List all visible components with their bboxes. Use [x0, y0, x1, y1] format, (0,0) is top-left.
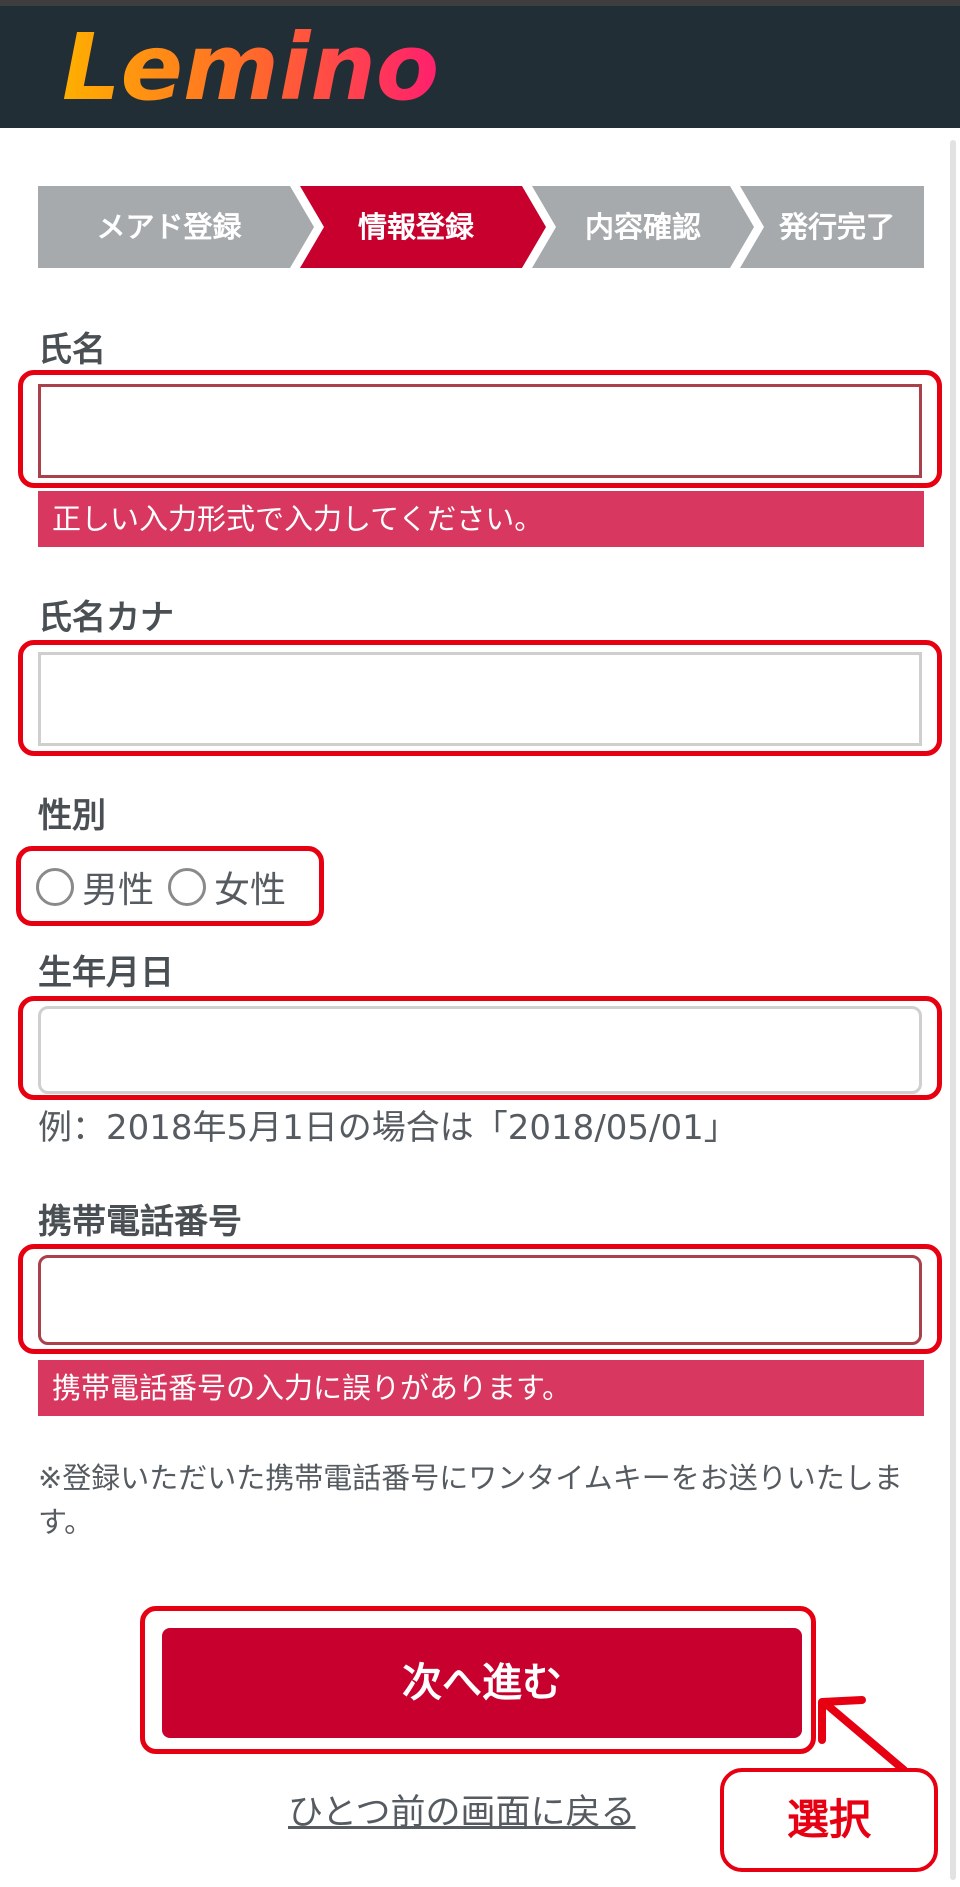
birthday-input[interactable] [38, 1006, 922, 1094]
lemino-logo[interactable]: Lemino [62, 14, 482, 114]
female-radio[interactable] [168, 868, 207, 906]
phone-input[interactable] [38, 1255, 922, 1345]
logo-text: Lemino [62, 14, 439, 114]
phone-error: 携帯電話番号の入力に誤りがあります。 [38, 1360, 924, 1416]
name-error: 正しい入力形式で入力してください。 [38, 491, 924, 547]
site-header: Lemino [0, 6, 960, 128]
callout-arrow-icon [818, 1696, 908, 1774]
gender-label: 性別 [38, 796, 106, 836]
birthday-label: 生年月日 [38, 953, 174, 993]
kana-input[interactable] [38, 652, 922, 746]
kana-label: 氏名カナ [38, 598, 174, 638]
otp-note: ※登録いただいた携帯電話番号にワンタイムキーをお送りいたします。 [38, 1461, 903, 1539]
next-button[interactable]: 次へ進む [162, 1628, 802, 1738]
male-label[interactable]: 男性 [82, 861, 154, 913]
progress-steps: メアド登録 情報登録 内容確認 発行完了 [38, 186, 924, 268]
step-3-label: 内容確認 [584, 210, 701, 244]
step-4-label: 発行完了 [778, 210, 895, 244]
birthday-hint: 例：2018年5月1日の場合は「2018/05/01」 [38, 1108, 738, 1148]
select-callout: 選択 [720, 1768, 938, 1872]
gender-options: 男性 女性 [36, 862, 300, 912]
male-radio[interactable] [36, 868, 74, 906]
scrollbar[interactable] [950, 140, 956, 1880]
female-label[interactable]: 女性 [214, 861, 286, 913]
name-label: 氏名 [38, 330, 106, 370]
name-input[interactable] [38, 384, 922, 478]
step-1-label: メアド登録 [96, 210, 242, 244]
back-link[interactable]: ひとつ前の画面に戻る [288, 1784, 636, 1835]
phone-label: 携帯電話番号 [38, 1202, 242, 1242]
step-2-label: 情報登録 [357, 210, 474, 244]
